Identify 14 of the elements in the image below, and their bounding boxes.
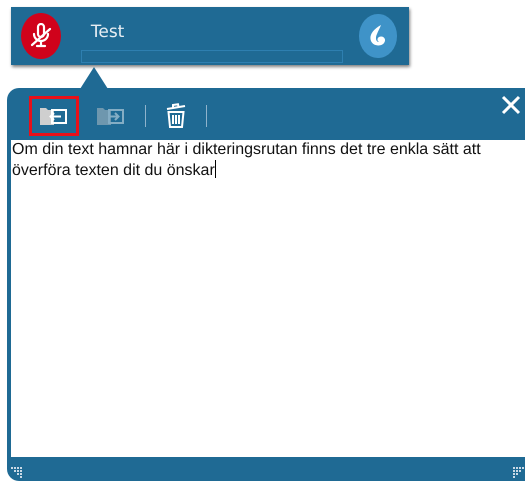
folder-arrow-icon — [39, 105, 69, 127]
dragon-button[interactable] — [358, 14, 397, 58]
dictation-field[interactable]: Om din text hamnar här i dikteringsrutan finns det tre enkla sätt att överföra texten dit du önskar — [11, 140, 525, 457]
resize-grip-icon — [513, 467, 525, 479]
close-button[interactable] — [501, 95, 521, 115]
trash-icon — [165, 103, 187, 129]
folder-arrow-icon — [96, 105, 126, 127]
microphone-icon — [28, 23, 53, 49]
flame-icon — [368, 24, 388, 48]
microphone-button[interactable] — [21, 13, 61, 59]
resize-grip-icon — [11, 467, 23, 479]
transfer-button[interactable] — [29, 96, 79, 136]
dictation-title: Test — [90, 22, 126, 42]
close-icon — [501, 95, 521, 115]
